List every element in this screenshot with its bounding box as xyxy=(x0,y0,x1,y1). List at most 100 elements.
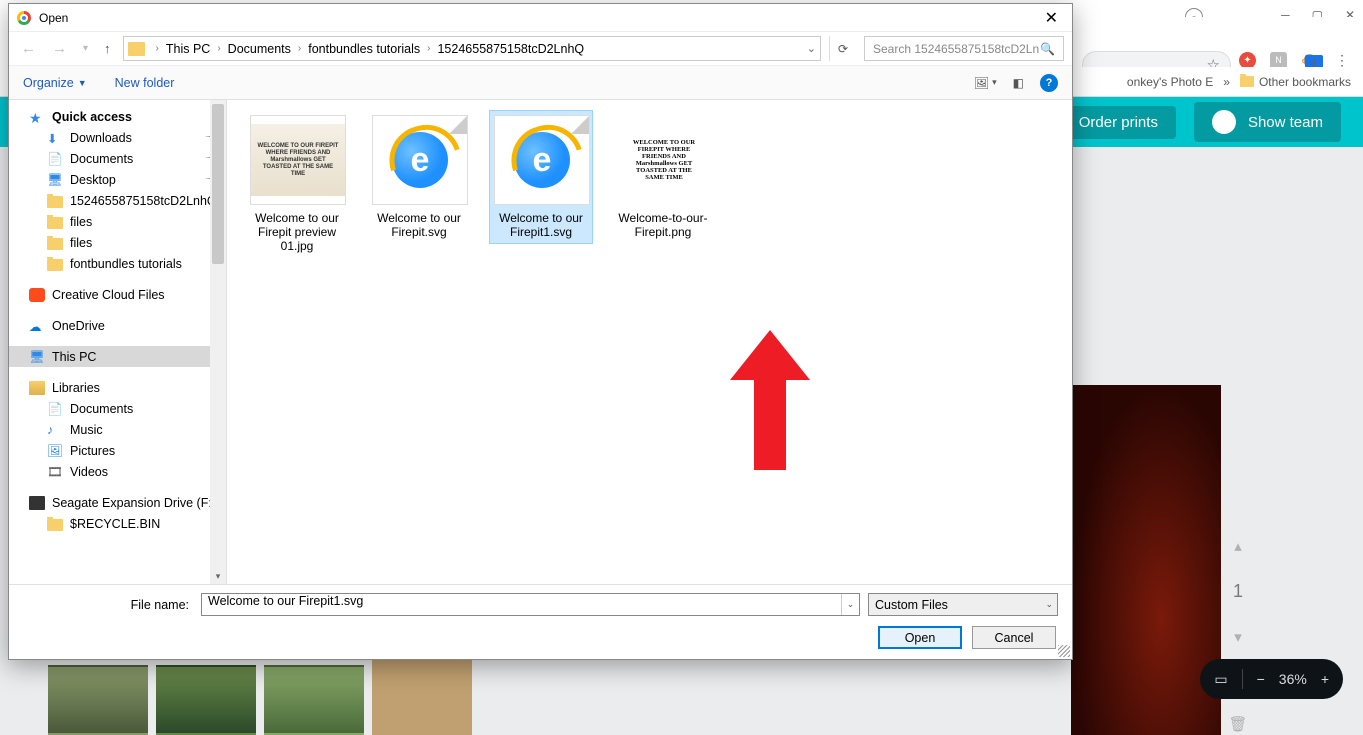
label: Downloads xyxy=(70,131,132,145)
folder-icon xyxy=(47,259,63,271)
pc-icon: 🖥 xyxy=(29,350,45,364)
canvas-page-image[interactable] xyxy=(1071,385,1221,735)
delete-page-icon[interactable]: 🗑 xyxy=(1228,715,1247,733)
label: Libraries xyxy=(52,381,100,395)
present-icon[interactable]: ▭ xyxy=(1214,671,1227,688)
sidebar-item-folder[interactable]: files xyxy=(9,211,226,232)
sidebar-creative-cloud[interactable]: Creative Cloud Files xyxy=(9,284,226,305)
file-item[interactable]: Welcome to our Firepit.svg xyxy=(367,110,471,244)
back-button[interactable]: ← xyxy=(17,36,40,61)
dialog-title: Open xyxy=(39,11,68,25)
sidebar-item-folder[interactable]: fontbundles tutorials xyxy=(9,253,226,274)
sidebar-item-downloads[interactable]: ⬇Downloads📌 xyxy=(9,127,226,148)
folder-icon xyxy=(47,217,63,229)
page-tools: ▴ 1 ▾ ⧉ 🗑 xyxy=(1223,537,1253,733)
sidebar-recycle[interactable]: $RECYCLE.BIN xyxy=(9,513,226,534)
upload-thumb[interactable] xyxy=(48,665,148,735)
close-dialog-button[interactable]: ✕ xyxy=(1039,6,1064,30)
bookmark-overflow[interactable]: » xyxy=(1223,75,1230,89)
creative-cloud-icon xyxy=(29,288,45,302)
sidebar-item-folder[interactable]: files xyxy=(9,232,226,253)
search-placeholder: Search 1524655875158tcD2Ln xyxy=(873,42,1039,56)
zoom-out-button[interactable]: − xyxy=(1257,671,1265,687)
sidebar-lib-videos[interactable]: 🎞Videos xyxy=(9,461,226,482)
sidebar-this-pc[interactable]: 🖥 This PC xyxy=(9,346,226,367)
open-file-dialog: Open ✕ ← → ▾ ↑ › This PC › Documents › f… xyxy=(8,3,1073,660)
breadcrumb-item[interactable]: Documents xyxy=(228,42,291,56)
file-name-input[interactable]: Welcome to our Firepit1.svg ⌄ xyxy=(201,593,860,616)
new-folder-button[interactable]: New folder xyxy=(115,76,175,90)
document-icon: 📄 xyxy=(47,152,63,166)
folder-icon xyxy=(47,238,63,250)
sidebar-scrollbar[interactable]: ▾ xyxy=(210,100,226,584)
sidebar-quick-access[interactable]: ★Quick access xyxy=(9,106,226,127)
chevron-right-icon[interactable]: › xyxy=(212,43,225,54)
download-icon: ⬇ xyxy=(47,131,63,145)
forward-button[interactable]: → xyxy=(48,36,71,61)
sidebar-onedrive[interactable]: ☁OneDrive xyxy=(9,315,226,336)
ie-icon xyxy=(514,132,570,188)
sidebar-lib-documents[interactable]: 📄Documents xyxy=(9,398,226,419)
scrollbar-thumb[interactable] xyxy=(212,104,224,264)
file-item[interactable]: WELCOME TO OUR FIREPIT WHERE FRIENDS AND… xyxy=(245,110,349,258)
order-prints-button[interactable]: Order prints xyxy=(1061,106,1176,139)
scroll-down-icon[interactable]: ▾ xyxy=(210,571,226,582)
chevron-right-icon[interactable]: › xyxy=(422,43,435,54)
pictures-icon: 🖼 xyxy=(47,444,63,458)
upload-thumb[interactable] xyxy=(264,665,364,735)
refresh-button[interactable]: ⟳ xyxy=(829,36,856,61)
cancel-button[interactable]: Cancel xyxy=(972,626,1056,649)
upload-thumb[interactable] xyxy=(372,655,472,735)
resize-grip[interactable] xyxy=(1058,645,1070,657)
sidebar-item-documents[interactable]: 📄Documents📌 xyxy=(9,148,226,169)
breadcrumb-dropdown-icon[interactable]: ⌄ xyxy=(807,42,816,55)
label: Seagate Expansion Drive (F:) xyxy=(52,496,216,510)
label: Videos xyxy=(70,465,108,479)
other-bookmarks[interactable]: Other bookmarks xyxy=(1240,75,1351,89)
extension-av-icon[interactable]: ✦ xyxy=(1239,52,1256,69)
sidebar-lib-pictures[interactable]: 🖼Pictures xyxy=(9,440,226,461)
open-button[interactable]: Open xyxy=(878,626,962,649)
music-icon: ♪ xyxy=(47,423,63,437)
sidebar-drive[interactable]: Seagate Expansion Drive (F:) xyxy=(9,492,226,513)
label: Music xyxy=(70,423,103,437)
file-item-selected[interactable]: Welcome to our Firepit1.svg xyxy=(489,110,593,244)
bookmark-truncated[interactable]: onkey's Photo E xyxy=(1127,75,1213,89)
libraries-icon xyxy=(29,381,45,395)
preview-pane-button[interactable]: ◧ xyxy=(1013,76,1024,90)
breadcrumb-item[interactable]: 1524655875158tcD2LnhQ xyxy=(437,42,584,56)
page-down-icon[interactable]: ▾ xyxy=(1234,628,1242,646)
label: This PC xyxy=(52,350,96,364)
search-input[interactable]: Search 1524655875158tcD2Ln 🔍 xyxy=(864,36,1064,61)
file-name: Welcome to our Firepit.svg xyxy=(372,211,466,239)
up-button[interactable]: ↑ xyxy=(100,37,115,60)
sidebar-libraries[interactable]: Libraries xyxy=(9,377,226,398)
breadcrumb-item[interactable]: This PC xyxy=(166,42,210,56)
folder-icon xyxy=(47,519,63,531)
breadcrumb-item[interactable]: fontbundles tutorials xyxy=(308,42,420,56)
chevron-down-icon: ⌄ xyxy=(1045,599,1053,610)
search-icon: 🔍 xyxy=(1040,42,1055,56)
sidebar-item-folder[interactable]: 1524655875158tcD2LnhQ xyxy=(9,190,226,211)
file-name: Welcome to our Firepit preview 01.jpg xyxy=(250,211,344,253)
file-type-filter[interactable]: Custom Files ⌄ xyxy=(868,593,1058,616)
page-up-icon[interactable]: ▴ xyxy=(1234,537,1242,555)
label: Documents xyxy=(70,152,133,166)
view-mode-button[interactable]: 🖼 ▾ xyxy=(974,76,997,90)
sidebar-item-desktop[interactable]: 🖥Desktop📌 xyxy=(9,169,226,190)
recent-locations-button[interactable]: ▾ xyxy=(79,39,92,58)
chevron-down-icon[interactable]: ⌄ xyxy=(841,594,859,615)
chevron-right-icon[interactable]: › xyxy=(151,43,164,54)
dialog-navbar: ← → ▾ ↑ › This PC › Documents › fontbund… xyxy=(9,32,1072,66)
chevron-right-icon[interactable]: › xyxy=(293,43,306,54)
upload-thumb[interactable] xyxy=(156,665,256,735)
zoom-in-button[interactable]: + xyxy=(1321,671,1329,687)
breadcrumb-bar[interactable]: › This PC › Documents › fontbundles tuto… xyxy=(123,36,821,61)
show-team-button[interactable]: Show team xyxy=(1194,102,1341,142)
extension-n-icon[interactable]: N xyxy=(1270,52,1287,69)
sidebar-lib-music[interactable]: ♪ Music xyxy=(9,419,226,440)
desktop-icon: 🖥 xyxy=(47,173,63,187)
organize-menu[interactable]: Organize ▼ xyxy=(23,76,87,90)
help-button[interactable]: ? xyxy=(1040,74,1058,92)
file-item[interactable]: WELCOME TO OUR FIREPIT WHERE FRIENDS AND… xyxy=(611,110,715,244)
